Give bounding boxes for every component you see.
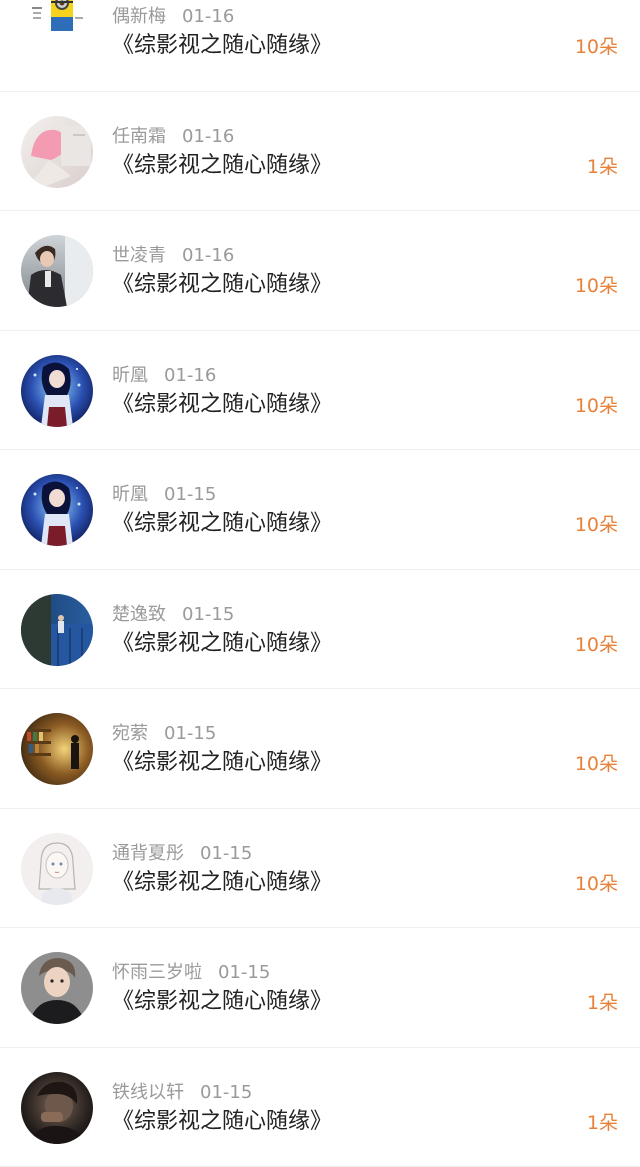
book-title: 《综影视之随心随缘》 bbox=[112, 392, 332, 418]
blue-door-avatar[interactable] bbox=[21, 594, 93, 666]
gift-date: 01-15 bbox=[164, 723, 216, 744]
list-item[interactable]: 铁线以轩 01-15 《综影视之随心随缘》 1朵 bbox=[0, 1048, 640, 1167]
sender-info: 宛萦 01-15 bbox=[112, 723, 216, 745]
list-item[interactable]: 通背夏彤 01-15 《综影视之随心随缘》 10朵 bbox=[0, 809, 640, 929]
pink-hair-avatar[interactable] bbox=[21, 116, 93, 188]
gift-amount: 1朵 bbox=[587, 991, 618, 1015]
sender-name: 任南霜 bbox=[112, 126, 166, 147]
list-item[interactable]: 世凌青 01-16 《综影视之随心随缘》 10朵 bbox=[0, 211, 640, 331]
book-title: 《综影视之随心随缘》 bbox=[112, 511, 332, 537]
anime-girl-avatar[interactable] bbox=[21, 355, 93, 427]
list-item[interactable]: 任南霜 01-16 《综影视之随心随缘》 1朵 bbox=[0, 92, 640, 212]
sender-name: 昕凰 bbox=[112, 484, 148, 505]
sender-info: 铁线以轩 01-15 bbox=[112, 1082, 252, 1104]
gift-amount: 10朵 bbox=[575, 752, 618, 776]
gift-amount: 1朵 bbox=[587, 155, 618, 179]
list-item[interactable]: 昕凰 01-16 《综影视之随心随缘》 10朵 bbox=[0, 331, 640, 451]
book-title: 《综影视之随心随缘》 bbox=[112, 272, 332, 298]
list-item[interactable]: 楚逸致 01-15 《综影视之随心随缘》 10朵 bbox=[0, 570, 640, 690]
gift-amount: 10朵 bbox=[575, 872, 618, 896]
dark-portrait-avatar[interactable] bbox=[21, 1072, 93, 1144]
book-title: 《综影视之随心随缘》 bbox=[112, 870, 332, 896]
sender-info: 任南霜 01-16 bbox=[112, 126, 234, 148]
sender-info: 怀雨三岁啦 01-15 bbox=[112, 962, 270, 984]
sender-info: 偶新梅 01-16 bbox=[112, 6, 234, 28]
sender-info: 楚逸致 01-15 bbox=[112, 604, 234, 626]
gift-date: 01-15 bbox=[200, 843, 252, 864]
book-title: 《综影视之随心随缘》 bbox=[112, 631, 332, 657]
list-item[interactable]: 怀雨三岁啦 01-15 《综影视之随心随缘》 1朵 bbox=[0, 928, 640, 1048]
gift-amount: 10朵 bbox=[575, 513, 618, 537]
gift-amount: 1朵 bbox=[587, 1111, 618, 1135]
book-title: 《综影视之随心随缘》 bbox=[112, 33, 332, 59]
list-item[interactable]: 昕凰 01-15 《综影视之随心随缘》 10朵 bbox=[0, 450, 640, 570]
sender-name: 宛萦 bbox=[112, 723, 148, 744]
sender-info: 昕凰 01-16 bbox=[112, 365, 216, 387]
gift-date: 01-15 bbox=[200, 1082, 252, 1103]
gift-date: 01-15 bbox=[218, 962, 270, 983]
sender-info: 昕凰 01-15 bbox=[112, 484, 216, 506]
sender-info: 世凌青 01-16 bbox=[112, 245, 234, 267]
gift-amount: 10朵 bbox=[575, 274, 618, 298]
gift-date: 01-16 bbox=[182, 245, 234, 266]
sender-name: 偶新梅 bbox=[112, 6, 166, 27]
gift-date: 01-15 bbox=[164, 484, 216, 505]
gift-date: 01-15 bbox=[182, 604, 234, 625]
bookstore-avatar[interactable] bbox=[21, 713, 93, 785]
book-title: 《综影视之随心随缘》 bbox=[112, 750, 332, 776]
book-title: 《综影视之随心随缘》 bbox=[112, 1109, 332, 1135]
sender-name: 怀雨三岁啦 bbox=[112, 962, 202, 983]
man-suit-avatar[interactable] bbox=[21, 235, 93, 307]
sender-name: 通背夏彤 bbox=[112, 843, 184, 864]
young-man-avatar[interactable] bbox=[21, 952, 93, 1024]
sender-name: 楚逸致 bbox=[112, 604, 166, 625]
gift-amount: 10朵 bbox=[575, 633, 618, 657]
book-title: 《综影视之随心随缘》 bbox=[112, 153, 332, 179]
sender-name: 铁线以轩 bbox=[112, 1082, 184, 1103]
gift-amount: 10朵 bbox=[575, 394, 618, 418]
gift-date: 01-16 bbox=[182, 6, 234, 27]
gift-amount: 10朵 bbox=[575, 35, 618, 59]
minion-avatar[interactable] bbox=[21, 0, 93, 49]
sender-info: 通背夏彤 01-15 bbox=[112, 843, 252, 865]
list-item[interactable]: 偶新梅 01-16 《综影视之随心随缘》 10朵 bbox=[0, 0, 640, 92]
anime-girl-avatar[interactable] bbox=[21, 474, 93, 546]
sender-name: 昕凰 bbox=[112, 365, 148, 386]
gift-date: 01-16 bbox=[182, 126, 234, 147]
sketch-girl-avatar[interactable] bbox=[21, 833, 93, 905]
book-title: 《综影视之随心随缘》 bbox=[112, 989, 332, 1015]
sender-name: 世凌青 bbox=[112, 245, 166, 266]
gift-date: 01-16 bbox=[164, 365, 216, 386]
gift-list: 偶新梅 01-16 《综影视之随心随缘》 10朵 任南霜 01-16 《综影视之随心… bbox=[0, 0, 640, 1157]
list-item[interactable]: 宛萦 01-15 《综影视之随心随缘》 10朵 bbox=[0, 689, 640, 809]
